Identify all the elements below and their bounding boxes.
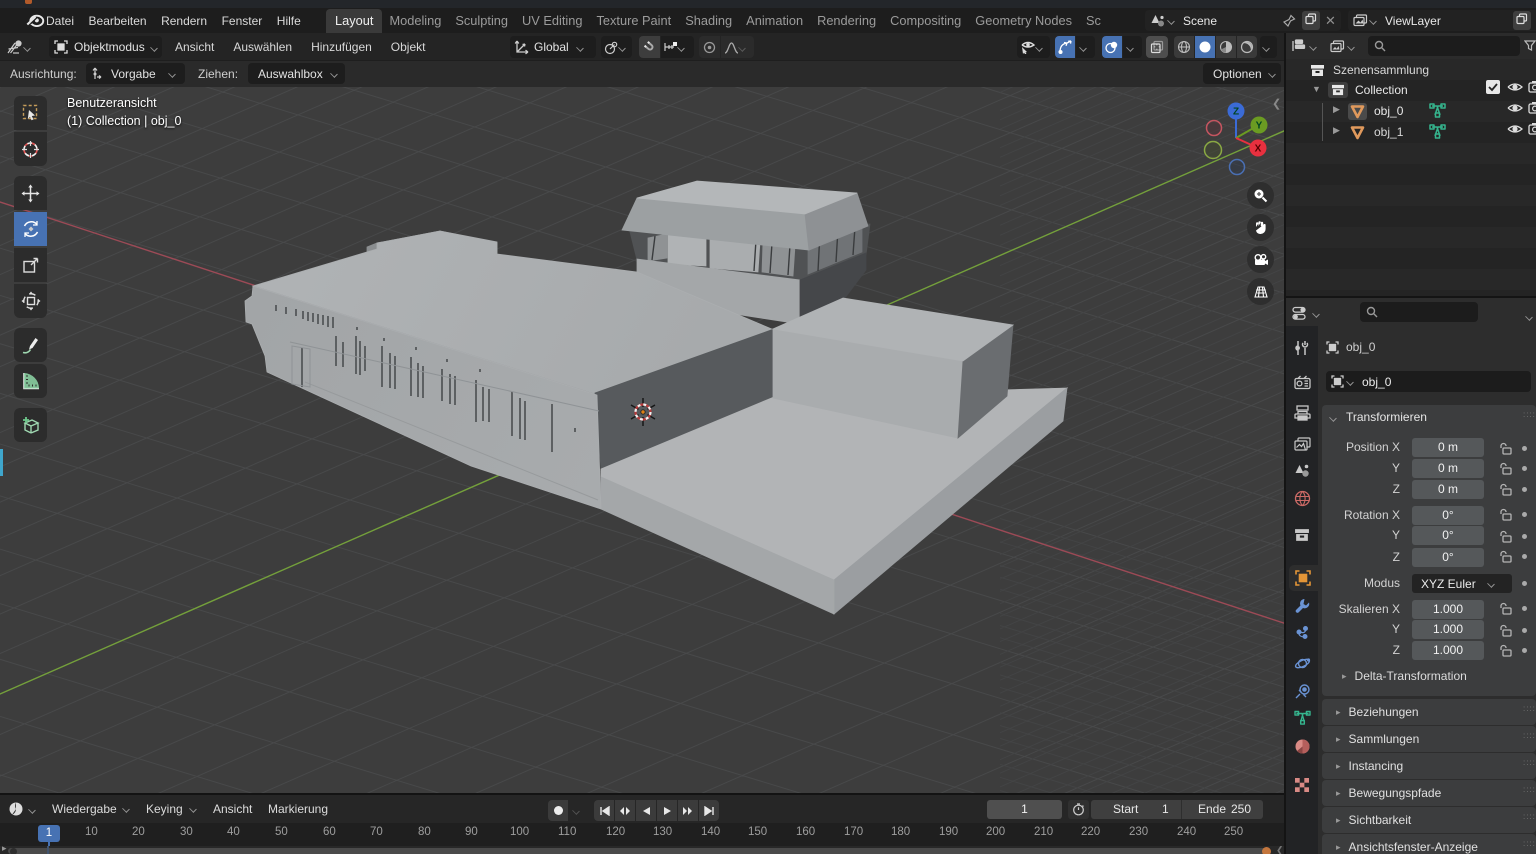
svg-text:X: X xyxy=(1255,144,1262,155)
svg-text:Y: Y xyxy=(1256,121,1263,132)
svg-text:Z: Z xyxy=(1233,107,1239,118)
